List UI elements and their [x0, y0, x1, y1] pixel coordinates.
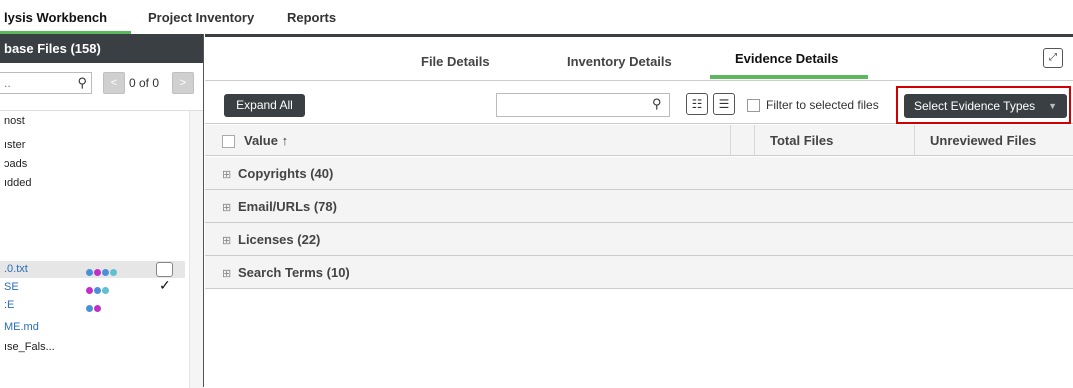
search-icon[interactable]: ⚲ [77, 75, 87, 91]
expand-view-icon[interactable]: ⤢ [1043, 48, 1063, 68]
select-evidence-types-label: Select Evidence Types [914, 99, 1036, 113]
evidence-group-row[interactable]: ⊞ Copyrights (40) [205, 157, 1073, 190]
reviewed-check-icon: ✓ [159, 277, 171, 293]
file-tree: nost ıster ɔads ıdded .0.txt SE ✓ :E ME.… [0, 110, 203, 388]
list-view-icon[interactable]: ☰ [713, 93, 735, 115]
active-detail-tab-indicator [710, 75, 868, 79]
detail-tabs: File Details Inventory Details Evidence … [205, 37, 1073, 81]
codebase-files-panel: base Files (158) .. ⚲ < 0 of 0 > nost ıs… [0, 34, 204, 388]
file-checkbox[interactable] [156, 262, 173, 277]
evidence-toolbar: Expand All ⚲ ☷ ☰ Filter to selected file… [205, 84, 1073, 124]
tab-inventory-details[interactable]: Inventory Details [567, 54, 672, 69]
pager-text: 0 of 0 [129, 76, 160, 90]
evidence-group-row[interactable]: ⊞ Licenses (22) [205, 223, 1073, 256]
evidence-dot [94, 287, 101, 294]
tab-project-inventory[interactable]: Project Inventory [148, 10, 254, 25]
evidence-dot [94, 305, 101, 312]
chevron-down-icon: ▼ [1048, 101, 1057, 111]
codebase-files-header: base Files (158) [0, 34, 203, 63]
expand-plus-icon[interactable]: ⊞ [222, 267, 231, 280]
tree-item[interactable]: ıdded [4, 177, 32, 189]
tree-item[interactable]: ıster [4, 139, 25, 151]
expand-plus-icon[interactable]: ⊞ [222, 168, 231, 181]
group-label: Copyrights (40) [238, 166, 334, 181]
expand-plus-icon[interactable]: ⊞ [222, 234, 231, 247]
tree-item-file[interactable]: :E [4, 299, 14, 311]
evidence-dot [94, 269, 101, 276]
tree-item[interactable]: ɔads [4, 158, 27, 170]
column-total-files[interactable]: Total Files [770, 133, 833, 148]
column-value[interactable]: Value ↑ [244, 133, 288, 148]
column-divider [730, 125, 731, 156]
tree-item-file[interactable]: .0.txt [4, 263, 28, 275]
evidence-dots [86, 265, 118, 279]
evidence-dot [86, 287, 93, 294]
top-navigation: lysis Workbench Project Inventory Report… [0, 0, 1073, 34]
file-search-value: .. [4, 76, 11, 90]
column-divider [754, 125, 755, 156]
tree-item-file[interactable]: ıse_Fals... [4, 341, 55, 353]
pager-next-button[interactable]: > [172, 72, 194, 94]
evidence-dot [102, 269, 109, 276]
tree-view-icon[interactable]: ☷ [686, 93, 708, 115]
filter-selected-files-checkbox[interactable] [747, 99, 760, 112]
table-header: Value ↑ Total Files Unreviewed Files [205, 125, 1073, 156]
file-tree-scrollbar[interactable] [189, 111, 203, 388]
evidence-dot [110, 269, 117, 276]
tab-evidence-details[interactable]: Evidence Details [735, 51, 838, 66]
tab-reports[interactable]: Reports [287, 10, 336, 25]
column-divider [914, 125, 915, 156]
expand-plus-icon[interactable]: ⊞ [222, 201, 231, 214]
evidence-dots [86, 301, 102, 315]
details-panel: File Details Inventory Details Evidence … [205, 34, 1073, 387]
evidence-dot [86, 305, 93, 312]
group-label: Email/URLs (78) [238, 199, 337, 214]
evidence-group-row[interactable]: ⊞ Search Terms (10) [205, 256, 1073, 289]
evidence-group-row[interactable]: ⊞ Email/URLs (78) [205, 190, 1073, 223]
expand-all-button[interactable]: Expand All [224, 94, 305, 117]
select-evidence-types-button[interactable]: Select Evidence Types ▼ [904, 94, 1067, 118]
group-label: Licenses (22) [238, 232, 321, 247]
tree-item-file[interactable]: ME.md [4, 321, 39, 333]
evidence-dot [102, 287, 109, 294]
group-label: Search Terms (10) [238, 265, 350, 280]
tree-item[interactable]: nost [4, 115, 25, 127]
tab-analysis-workbench[interactable]: lysis Workbench [4, 10, 107, 25]
file-search-input[interactable]: .. ⚲ [0, 72, 92, 94]
evidence-dot [86, 269, 93, 276]
filter-selected-files-label: Filter to selected files [766, 98, 879, 112]
tree-item-file[interactable]: SE [4, 281, 19, 293]
select-all-checkbox[interactable] [222, 135, 235, 148]
tab-file-details[interactable]: File Details [421, 54, 490, 69]
evidence-search-input[interactable] [496, 93, 670, 117]
pager-prev-button[interactable]: < [103, 72, 125, 94]
column-unreviewed-files[interactable]: Unreviewed Files [930, 133, 1036, 148]
evidence-dots [86, 283, 110, 297]
